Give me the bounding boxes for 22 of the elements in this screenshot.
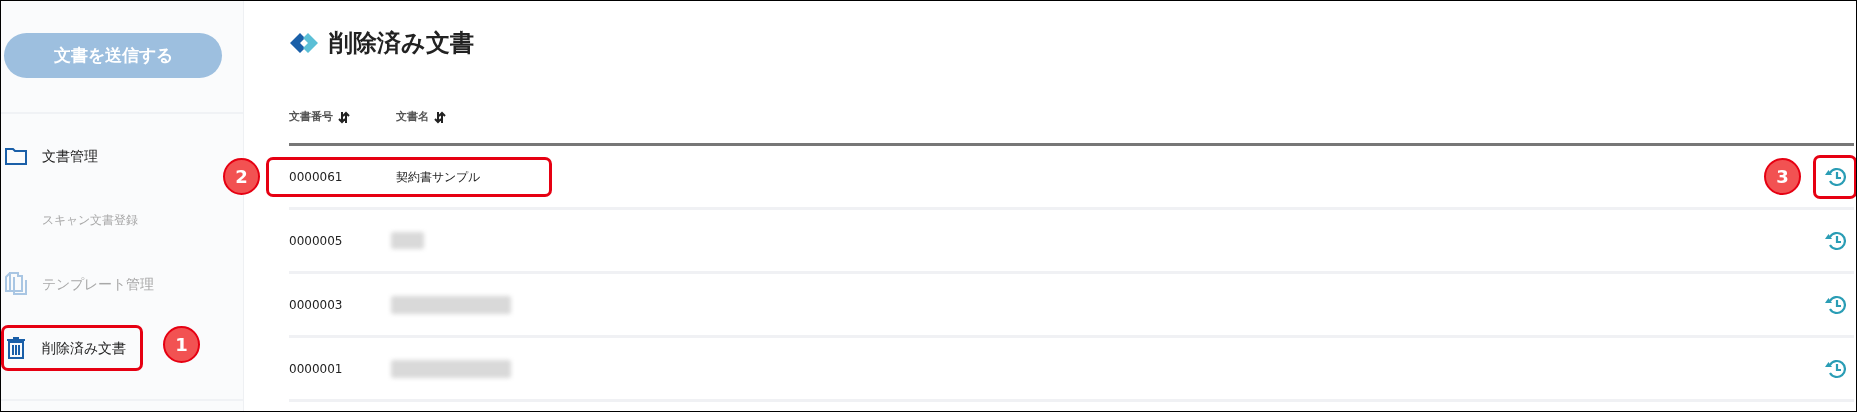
history-icon (1824, 166, 1846, 187)
history-icon (1824, 358, 1846, 379)
restore-button[interactable] (1816, 157, 1854, 196)
page-title: 削除済み文書 (329, 28, 474, 59)
table-cell-text: 0000003 (289, 296, 344, 314)
column-header[interactable]: 文書番号 (289, 108, 333, 126)
table-cell-text: 契約書サンプル (396, 168, 480, 186)
column-header[interactable]: 文書名 (396, 108, 429, 126)
history-icon (1824, 294, 1846, 315)
sort-icon[interactable] (434, 110, 446, 124)
nav-item[interactable]: 文書管理 (4, 136, 112, 176)
logo-icon (289, 32, 319, 54)
nav-item[interactable]: 削除済み文書 (4, 328, 140, 368)
folder-icon (5, 147, 27, 165)
document-icon (5, 272, 27, 296)
table-cell-text: 0000001 (289, 360, 344, 378)
sort-icon[interactable] (338, 110, 350, 124)
trash-icon (6, 337, 26, 359)
table-cell-text: 0000005 (289, 232, 344, 250)
history-icon (1824, 230, 1846, 251)
callout-badge: 3 (1764, 158, 1801, 195)
table-cell-text: 0000061 (289, 168, 344, 186)
